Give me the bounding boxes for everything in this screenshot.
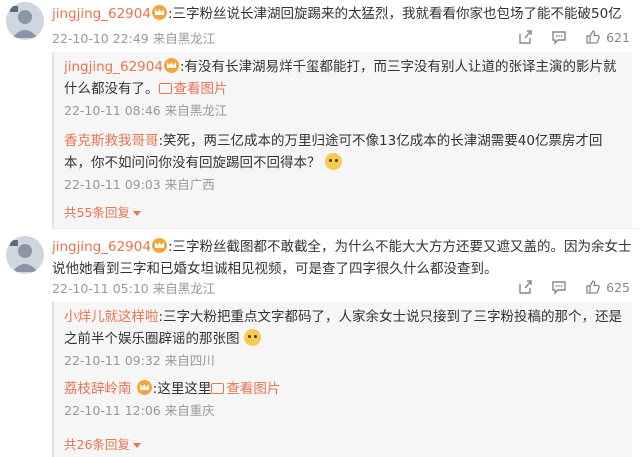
view-image-icon xyxy=(158,83,172,94)
avatar[interactable] xyxy=(6,2,44,40)
crown-badge-icon xyxy=(151,5,167,20)
reply-item: 荔枝辞岭南 :这里这里 查看图片 22-10-11 12:06 来自重庆 xyxy=(64,378,624,420)
comment-2: jingjing_62904:三字粉丝截图都不敢截全，为什么不能大大方方还要又遮… xyxy=(0,234,640,457)
like-button[interactable]: 625 xyxy=(585,279,630,295)
comment-location: 来自黑龙江 xyxy=(152,31,216,46)
reply-text: 小烊儿就这样啦:三字大粉把重点文字都码了，人家余女士说只接到了三字粉投稿的那个，… xyxy=(64,306,624,350)
reply-meta: 22-10-11 08:46 来自黑龙江 xyxy=(64,102,624,120)
reply-username[interactable]: 小烊儿就这样啦 xyxy=(64,309,159,325)
reply-date: 22-10-11 09:03 xyxy=(64,177,161,192)
reply-date: 22-10-11 12:06 xyxy=(64,403,161,418)
reply-meta: 22-10-11 09:32 来自四川 xyxy=(64,352,624,370)
view-image-icon xyxy=(211,383,225,394)
reply-location: 来自四川 xyxy=(164,353,215,368)
comment-location: 来自黑龙江 xyxy=(152,281,216,296)
like-count: 625 xyxy=(606,279,630,295)
share-icon[interactable] xyxy=(517,29,533,45)
avatar-image xyxy=(6,236,44,274)
avatar-image xyxy=(6,2,44,40)
divider xyxy=(52,228,640,229)
view-image-link[interactable]: 查看图片 xyxy=(158,81,228,97)
comment-icon[interactable] xyxy=(551,279,567,295)
comment-icon[interactable] xyxy=(551,29,567,45)
like-button[interactable]: 621 xyxy=(585,29,630,45)
reply-list: jingjing_62904:有没有长津湖易烊千玺都能打，而三字没有别人让道的张… xyxy=(52,52,632,228)
emoji-icon xyxy=(243,329,261,346)
share-icon[interactable] xyxy=(517,279,533,295)
view-image-label: 查看图片 xyxy=(173,81,228,97)
comment-actions: 621 xyxy=(517,29,630,45)
like-icon xyxy=(586,30,600,44)
comment-text: jingjing_62904 :三字粉丝说长津湖回旋踢来的太猛烈，我就看看你家也包… xyxy=(52,3,632,25)
more-replies-link[interactable]: 共26条回复 xyxy=(64,434,141,453)
comment-1: jingjing_62904 :三字粉丝说长津湖回旋踢来的太猛烈，我就看看你家也包… xyxy=(0,0,640,228)
like-icon xyxy=(586,280,600,294)
comment-meta: 22-10-10 22:49 来自黑龙江 xyxy=(52,30,215,48)
reply-username[interactable]: 香克斯救我哥哥 xyxy=(64,133,159,149)
reply-meta: 22-10-11 12:06 来自重庆 xyxy=(64,402,624,420)
caret-down-icon xyxy=(132,443,141,448)
comment-date: 22-10-10 22:49 xyxy=(52,31,149,46)
comment-username[interactable]: jingjing_62904 xyxy=(52,6,151,22)
reply-meta: 22-10-11 09:03 来自广西 xyxy=(64,176,624,194)
comment-body: :三字粉丝说长津湖回旋踢来的太猛烈，我就看看你家也包场了能不能破50亿 xyxy=(167,6,622,22)
reply-location: 来自广西 xyxy=(164,177,215,192)
comment-actions: 625 xyxy=(517,279,630,295)
reply-body: :这里这里 xyxy=(152,381,212,397)
more-replies-link[interactable]: 共55条回复 xyxy=(64,202,141,221)
reply-list: 小烊儿就这样啦:三字大粉把重点文字都码了，人家余女士说只接到了三字粉投稿的那个，… xyxy=(52,302,632,457)
crown-badge-icon xyxy=(136,380,152,395)
comment-meta: 22-10-11 05:10 来自黑龙江 xyxy=(52,280,215,298)
reply-date: 22-10-11 09:32 xyxy=(64,353,161,368)
reply-text: jingjing_62904:有没有长津湖易烊千玺都能打，而三字没有别人让道的张… xyxy=(64,56,624,100)
reply-username[interactable]: 荔枝辞岭南 xyxy=(64,381,132,397)
caret-down-icon xyxy=(132,211,141,216)
reply-location: 来自黑龙江 xyxy=(164,103,228,118)
reply-item: jingjing_62904:有没有长津湖易烊千玺都能打，而三字没有别人让道的张… xyxy=(64,56,624,120)
reply-text: 荔枝辞岭南 :这里这里 查看图片 xyxy=(64,378,624,400)
view-image-label: 查看图片 xyxy=(226,381,281,397)
reply-username[interactable]: jingjing_62904 xyxy=(64,59,163,75)
reply-item: 小烊儿就这样啦:三字大粉把重点文字都码了，人家余女士说只接到了三字粉投稿的那个，… xyxy=(64,306,624,370)
comment-text: jingjing_62904:三字粉丝截图都不敢截全，为什么不能大大方方还要又遮… xyxy=(52,236,632,280)
comment-username[interactable]: jingjing_62904 xyxy=(52,239,151,255)
reply-text: 香克斯救我哥哥:笑死，两三亿成本的万里归途可不像13亿成本的长津湖需要40亿票房… xyxy=(64,130,624,174)
avatar[interactable] xyxy=(6,236,44,274)
crown-badge-icon xyxy=(163,58,179,73)
emoji-icon xyxy=(324,153,342,170)
more-replies-label: 共26条回复 xyxy=(64,437,130,452)
reply-date: 22-10-11 08:46 xyxy=(64,103,161,118)
reply-location: 来自重庆 xyxy=(164,403,215,418)
reply-item: 香克斯救我哥哥:笑死，两三亿成本的万里归途可不像13亿成本的长津湖需要40亿票房… xyxy=(64,130,624,194)
more-replies-label: 共55条回复 xyxy=(64,205,130,220)
view-image-link[interactable]: 查看图片 xyxy=(211,381,280,397)
comment-date: 22-10-11 05:10 xyxy=(52,281,149,296)
like-count: 621 xyxy=(606,29,630,45)
crown-badge-icon xyxy=(151,238,167,253)
